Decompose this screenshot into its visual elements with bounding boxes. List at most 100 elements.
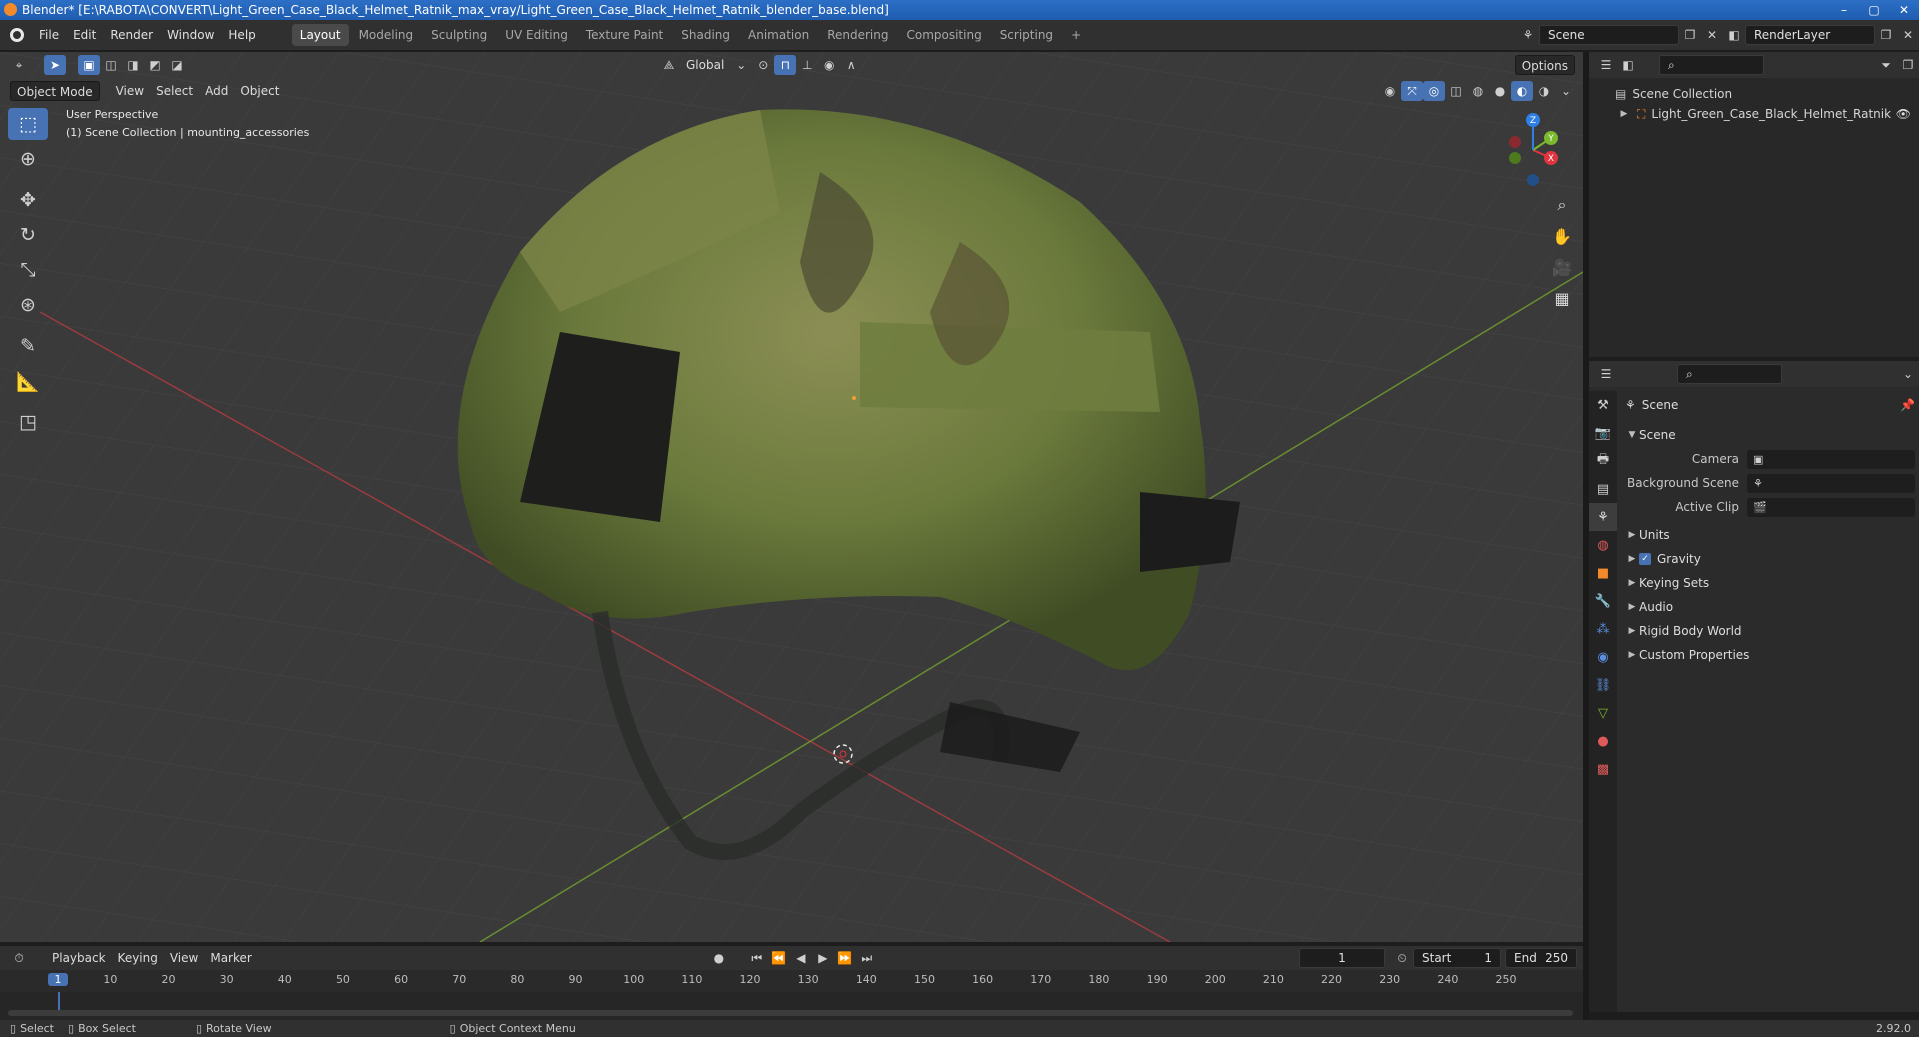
view-layer-selector[interactable]: RenderLayer	[1745, 25, 1875, 45]
play-icon[interactable]: ▶	[812, 948, 834, 968]
viewport-menu-view[interactable]: View	[110, 81, 150, 101]
menu-file[interactable]: File	[32, 20, 66, 50]
select-extend-icon[interactable]: ◫	[100, 55, 122, 75]
menu-edit[interactable]: Edit	[66, 20, 103, 50]
select-new-icon[interactable]: ▣	[78, 55, 100, 75]
xray-icon[interactable]: ◫	[1445, 81, 1467, 101]
transform-tool-icon[interactable]: ⊛	[8, 289, 48, 321]
physics-tab-icon[interactable]: ◉	[1589, 643, 1617, 671]
outliner-item[interactable]: ▶ ⛶ Light_Green_Case_Black_Helmet_Ratnik…	[1589, 104, 1919, 124]
rotate-tool-icon[interactable]: ↻	[8, 219, 48, 251]
camera-field[interactable]: ▣	[1747, 449, 1915, 469]
maximize-button[interactable]: ▢	[1859, 0, 1889, 20]
3d-viewport[interactable]	[0, 52, 1583, 942]
scene-tab-icon[interactable]: ⚘	[1589, 503, 1617, 531]
display-mode-icon[interactable]: ◧	[1617, 55, 1639, 75]
timeline-menu-keying[interactable]: Keying	[112, 948, 164, 968]
material-tab-icon[interactable]: ●	[1589, 727, 1617, 755]
visibility-icon[interactable]: ◉	[1379, 81, 1401, 101]
tab-layout[interactable]: Layout	[291, 24, 349, 46]
rigid-body-world-panel[interactable]: ▶ Rigid Body World	[1625, 619, 1915, 643]
active-clip-field[interactable]: 🎬	[1747, 497, 1915, 517]
tool-tab-icon[interactable]: ⚒	[1589, 391, 1617, 419]
properties-editor-icon[interactable]: ☰	[1595, 364, 1617, 384]
jump-start-icon[interactable]: ⏮	[746, 948, 768, 968]
tab-shading[interactable]: Shading	[673, 24, 738, 46]
add-cube-tool-icon[interactable]: ◳	[8, 406, 48, 438]
viewport-menu-add[interactable]: Add	[199, 81, 234, 101]
snap-icon[interactable]: ⊓	[774, 55, 797, 75]
tab-uv-editing[interactable]: UV Editing	[497, 24, 576, 46]
timeline-scrollbar[interactable]	[8, 1010, 1573, 1016]
shading-options-icon[interactable]: ⌄	[1555, 81, 1577, 101]
constraints-tab-icon[interactable]: ⛓	[1589, 671, 1617, 699]
select-box-tool-icon[interactable]: ⬚	[8, 108, 48, 140]
gizmo-toggle-icon[interactable]: ⤧	[1401, 81, 1423, 101]
outliner-root[interactable]: ▤ Scene Collection	[1589, 84, 1919, 104]
tab-animation[interactable]: Animation	[740, 24, 817, 46]
add-workspace-icon[interactable]: +	[1063, 24, 1089, 46]
audio-panel[interactable]: ▶ Audio	[1625, 595, 1915, 619]
current-frame-field[interactable]: 1	[1299, 948, 1385, 968]
tab-modeling[interactable]: Modeling	[351, 24, 422, 46]
new-collection-icon[interactable]: ❐	[1897, 55, 1919, 75]
tab-texture-paint[interactable]: Texture Paint	[578, 24, 671, 46]
delete-view-layer-icon[interactable]: ✕	[1897, 25, 1919, 45]
zoom-icon[interactable]: ⌕	[1548, 191, 1576, 219]
falloff-icon[interactable]: ∧	[840, 55, 862, 75]
navigation-gizmo[interactable]: X Y Z	[1495, 110, 1570, 190]
chevron-down-icon[interactable]: ⌄	[730, 55, 752, 75]
camera-view-icon[interactable]: 🎥	[1548, 253, 1576, 281]
material-shading-icon[interactable]: ◐	[1511, 81, 1533, 101]
keying-sets-panel[interactable]: ▶ Keying Sets	[1625, 571, 1915, 595]
outliner-editor-icon[interactable]: ☰	[1595, 55, 1617, 75]
timeline-editor-icon[interactable]: ⏱	[8, 948, 30, 968]
blender-logo-icon[interactable]	[10, 28, 24, 42]
chevron-down-icon[interactable]: ⌄	[1897, 364, 1919, 384]
new-view-layer-icon[interactable]: ❐	[1875, 25, 1897, 45]
expand-arrow-icon[interactable]: ▶	[1617, 109, 1631, 119]
tab-sculpting[interactable]: Sculpting	[423, 24, 495, 46]
menu-help[interactable]: Help	[221, 20, 262, 50]
ortho-toggle-icon[interactable]: ▦	[1548, 284, 1576, 312]
gravity-panel[interactable]: ▶ ✓ Gravity	[1625, 547, 1915, 571]
world-tab-icon[interactable]: ◍	[1589, 531, 1617, 559]
select-tool-icon[interactable]: ➤	[44, 55, 66, 75]
jump-keyframe-back-icon[interactable]: ⏪	[768, 948, 790, 968]
transform-orientation-icon[interactable]: ⟁	[658, 55, 680, 75]
close-button[interactable]: ✕	[1889, 0, 1919, 20]
transform-orientation-dropdown[interactable]: Global	[680, 55, 730, 75]
scene-panel-header[interactable]: ▼ Scene	[1625, 423, 1915, 447]
filter-icon[interactable]: ⏷	[1875, 55, 1897, 75]
end-frame-field[interactable]: End 250	[1505, 948, 1577, 968]
move-tool-icon[interactable]: ✥	[8, 184, 48, 216]
modifier-tab-icon[interactable]: 🔧	[1589, 587, 1617, 615]
timeline-menu-playback[interactable]: Playback	[46, 948, 112, 968]
annotate-tool-icon[interactable]: ✎	[8, 330, 48, 362]
delete-scene-icon[interactable]: ✕	[1701, 25, 1723, 45]
pan-hand-icon[interactable]: ✋	[1548, 222, 1576, 250]
data-tab-icon[interactable]: ▽	[1589, 699, 1617, 727]
tab-rendering[interactable]: Rendering	[819, 24, 896, 46]
timeline-menu-view[interactable]: View	[164, 948, 204, 968]
measure-tool-icon[interactable]: 📐	[8, 365, 48, 397]
background-scene-field[interactable]: ⚘	[1747, 473, 1915, 493]
jump-keyframe-forward-icon[interactable]: ⏩	[834, 948, 856, 968]
preview-range-icon[interactable]: ⏲	[1391, 948, 1413, 968]
pin-icon[interactable]: 📌	[1900, 398, 1915, 412]
timeline-menu-marker[interactable]: Marker	[204, 948, 257, 968]
start-frame-field[interactable]: Start 1	[1413, 948, 1501, 968]
view-layer-tab-icon[interactable]: ▤	[1589, 475, 1617, 503]
gravity-checkbox[interactable]: ✓	[1639, 553, 1651, 565]
select-intersect-icon[interactable]: ◪	[166, 55, 188, 75]
scene-selector[interactable]: Scene	[1539, 25, 1679, 45]
timeline[interactable]: ⏱ Playback Keying View Marker ● ⏮ ⏪ ◀ ▶ …	[0, 946, 1583, 1020]
viewport-menu-select[interactable]: Select	[150, 81, 199, 101]
options-dropdown[interactable]: Options	[1514, 55, 1575, 75]
pivot-point-icon[interactable]: ⊙	[752, 55, 774, 75]
mode-selector[interactable]: Object Mode	[10, 81, 100, 101]
playhead-line[interactable]	[58, 992, 60, 1010]
select-invert-icon[interactable]: ◩	[144, 55, 166, 75]
scene-icon[interactable]: ⚘	[1517, 25, 1539, 45]
timeline-track-area[interactable]	[0, 992, 1583, 1020]
